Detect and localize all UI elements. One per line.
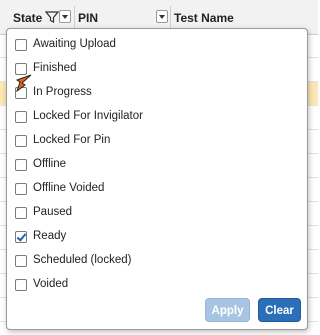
checkbox[interactable]: [15, 135, 27, 147]
filter-option-in-progress[interactable]: In Progress: [15, 84, 285, 104]
mouse-pointer-arrow-icon: [15, 74, 32, 92]
filter-option-offline[interactable]: Offline: [15, 156, 285, 176]
filter-option-label: Locked For Invigilator: [33, 110, 143, 122]
checkbox[interactable]: [15, 207, 27, 219]
state-filter-popup: Awaiting Upload Finished In Progress Loc…: [6, 28, 308, 330]
filter-option-locked-for-pin[interactable]: Locked For Pin: [15, 132, 285, 152]
filter-option-offline-voided[interactable]: Offline Voided: [15, 180, 285, 200]
filter-option-scheduled-locked[interactable]: Scheduled (locked): [15, 252, 285, 272]
state-dropdown-toggle[interactable]: [59, 10, 71, 23]
checkbox[interactable]: [15, 111, 27, 123]
checkbox[interactable]: [15, 159, 27, 171]
column-label-state: State: [13, 11, 43, 25]
pin-dropdown-toggle[interactable]: [156, 10, 168, 23]
checkbox[interactable]: [15, 255, 27, 267]
filter-option-label: Offline Voided: [33, 182, 105, 194]
filter-option-label: Ready: [33, 230, 67, 242]
filter-option-label: Finished: [33, 62, 77, 74]
filter-option-finished[interactable]: Finished: [15, 60, 285, 80]
apply-button[interactable]: Apply: [205, 298, 250, 322]
checkbox[interactable]: [15, 39, 27, 51]
filter-option-label: Voided: [33, 278, 69, 290]
filter-option-label: Awaiting Upload: [33, 38, 116, 50]
filter-option-label: Scheduled (locked): [33, 254, 132, 266]
filter-option-label: In Progress: [33, 86, 92, 98]
filter-option-voided[interactable]: Voided: [15, 276, 285, 296]
checkbox-checked[interactable]: [15, 231, 27, 243]
clear-button[interactable]: Clear: [258, 298, 301, 322]
filter-option-locked-for-invigilator[interactable]: Locked For Invigilator: [15, 108, 285, 128]
filter-option-label: Locked For Pin: [33, 134, 111, 146]
filter-funnel-icon[interactable]: [45, 10, 59, 24]
column-label-pin: PIN: [78, 11, 99, 25]
checkbox[interactable]: [15, 279, 27, 291]
filter-option-paused[interactable]: Paused: [15, 204, 285, 224]
checkbox[interactable]: [15, 183, 27, 195]
column-label-test-name: Test Name: [174, 11, 234, 25]
filter-option-ready[interactable]: Ready: [15, 228, 285, 248]
filter-option-label: Paused: [33, 206, 73, 218]
filter-option-label: Offline: [33, 158, 67, 170]
filter-option-awaiting-upload[interactable]: Awaiting Upload: [15, 36, 285, 56]
